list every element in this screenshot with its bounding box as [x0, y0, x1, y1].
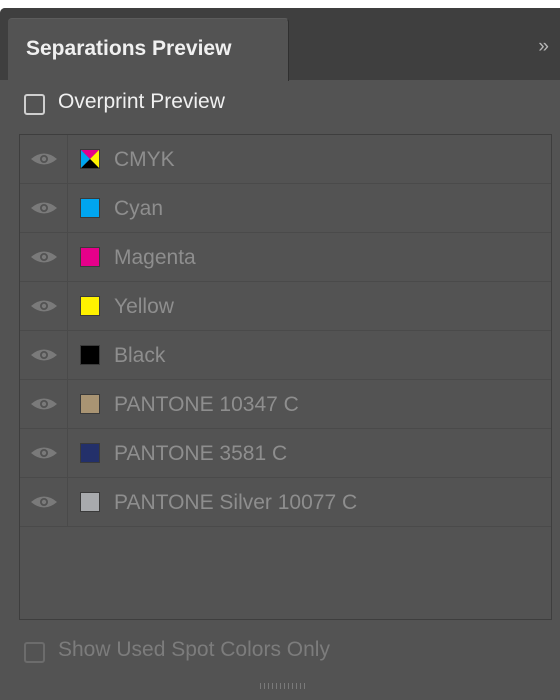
- double-chevron-right-icon[interactable]: »: [538, 36, 549, 58]
- visibility-toggle[interactable]: [20, 282, 68, 330]
- panel-tab-bar: Separations Preview »: [0, 8, 560, 81]
- color-swatch: [80, 198, 100, 218]
- show-used-spot-colors-checkbox[interactable]: [24, 642, 45, 663]
- eye-icon: [31, 300, 57, 312]
- separation-row-yellow[interactable]: Yellow: [20, 282, 551, 331]
- separation-row-magenta[interactable]: Magenta: [20, 233, 551, 282]
- separation-row-pantone-10347-c[interactable]: PANTONE 10347 C: [20, 380, 551, 429]
- color-swatch: [80, 247, 100, 267]
- visibility-toggle[interactable]: [20, 380, 68, 428]
- show-used-spot-colors-label[interactable]: Show Used Spot Colors Only: [58, 638, 330, 662]
- panel-resize-grip[interactable]: [260, 683, 308, 689]
- visibility-toggle[interactable]: [20, 478, 68, 526]
- separation-row-pantone-silver-10077-c[interactable]: PANTONE Silver 10077 C: [20, 478, 551, 527]
- color-swatch: [80, 345, 100, 365]
- color-swatch: [80, 492, 100, 512]
- separation-label: Black: [114, 344, 166, 367]
- separations-list: CMYK Cyan Magenta Yellow Black PANTONE 1…: [19, 134, 552, 620]
- eye-icon: [31, 153, 57, 165]
- visibility-toggle[interactable]: [20, 233, 68, 281]
- visibility-toggle[interactable]: [20, 184, 68, 232]
- tab-title: Separations Preview: [26, 37, 232, 60]
- overprint-preview-label[interactable]: Overprint Preview: [58, 90, 225, 114]
- separation-row-cyan[interactable]: Cyan: [20, 184, 551, 233]
- color-swatch: [80, 443, 100, 463]
- eye-icon: [31, 447, 57, 459]
- eye-icon: [31, 349, 57, 361]
- separation-label: Cyan: [114, 197, 164, 220]
- separation-row-pantone-3581-c[interactable]: PANTONE 3581 C: [20, 429, 551, 478]
- separation-label: PANTONE 3581 C: [114, 442, 288, 465]
- eye-icon: [31, 251, 57, 263]
- separation-label: PANTONE 10347 C: [114, 393, 299, 416]
- visibility-toggle[interactable]: [20, 135, 68, 183]
- cmyk-swatch-icon: [80, 149, 100, 169]
- color-swatch: [80, 394, 100, 414]
- overprint-preview-checkbox[interactable]: [24, 94, 45, 115]
- eye-icon: [31, 496, 57, 508]
- visibility-toggle[interactable]: [20, 331, 68, 379]
- separation-row-black[interactable]: Black: [20, 331, 551, 380]
- separation-label: CMYK: [114, 148, 175, 171]
- eye-icon: [31, 202, 57, 214]
- tab-separations-preview[interactable]: Separations Preview: [8, 18, 289, 81]
- separation-label: Magenta: [114, 246, 196, 269]
- separation-row-cmyk[interactable]: CMYK: [20, 135, 551, 184]
- color-swatch: [80, 296, 100, 316]
- separation-label: Yellow: [114, 295, 174, 318]
- visibility-toggle[interactable]: [20, 429, 68, 477]
- separation-label: PANTONE Silver 10077 C: [114, 491, 358, 514]
- eye-icon: [31, 398, 57, 410]
